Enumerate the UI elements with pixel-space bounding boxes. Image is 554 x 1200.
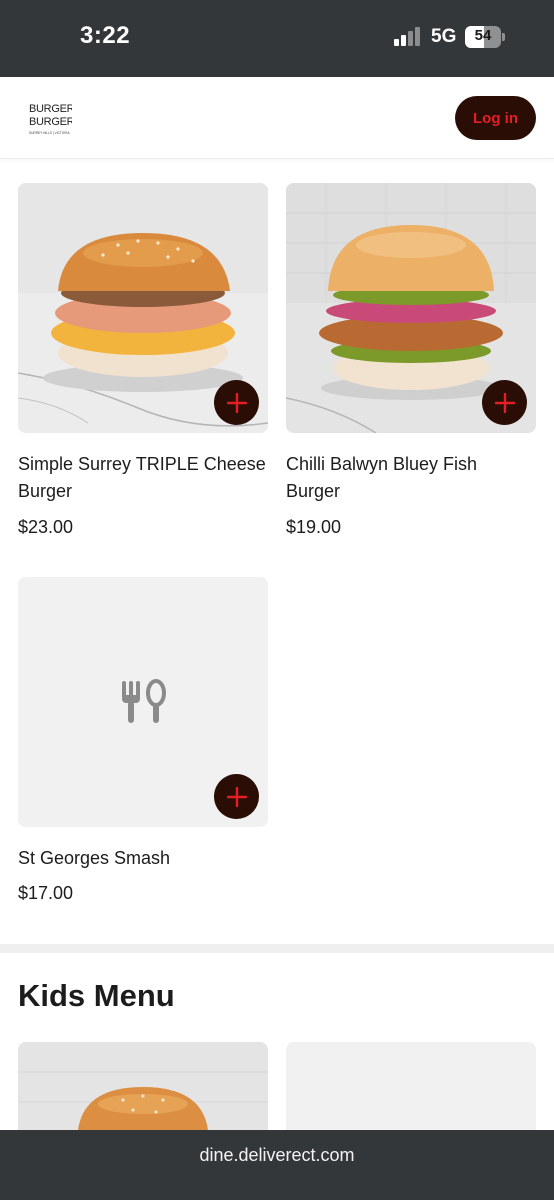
url-text[interactable]: dine.deliverect.com xyxy=(0,1145,554,1166)
image-placeholder[interactable] xyxy=(286,1042,536,1130)
section-title-kids-menu: Kids Menu xyxy=(18,978,175,1013)
plus-icon xyxy=(226,786,247,807)
site-header: BURGER BURGER SURREY HILLS | VICTORIA Lo… xyxy=(0,77,554,159)
section-divider xyxy=(0,944,554,953)
plus-icon xyxy=(494,392,515,413)
plus-icon xyxy=(226,392,247,413)
menu-item-price: $19.00 xyxy=(286,517,342,537)
login-button[interactable]: Log in xyxy=(455,96,536,140)
battery-tip xyxy=(502,33,505,41)
burger-burger-logo[interactable]: BURGER BURGER SURREY HILLS | VICTORIA xyxy=(28,99,72,137)
add-to-cart-button[interactable] xyxy=(214,774,259,819)
add-to-cart-button[interactable] xyxy=(482,380,527,425)
status-time: 3:22 xyxy=(80,22,131,49)
add-to-cart-button[interactable] xyxy=(214,380,259,425)
menu-item-price: $17.00 xyxy=(18,883,74,903)
menu-item-name: Simple Surrey TRIPLE Cheese Burger xyxy=(18,454,266,501)
menu-item-name: St Georges Smash xyxy=(18,848,171,868)
signal-strength-icon xyxy=(394,27,422,46)
kids-burger-photo[interactable] xyxy=(18,1042,268,1130)
menu-item-name: Chilli Balwyn Bluey Fish Burger xyxy=(286,454,478,501)
logo-line2: BURGER xyxy=(29,116,72,128)
logo-tagline: SURREY HILLS | VICTORIA xyxy=(29,131,70,135)
network-type: 5G xyxy=(431,26,457,47)
status-bar: 3:22 5G 54 xyxy=(0,0,554,77)
logo-line1: BURGER xyxy=(29,103,72,115)
battery-icon: 54 xyxy=(465,26,501,48)
menu-item-price: $23.00 xyxy=(18,517,74,537)
browser-url-bar[interactable]: dine.deliverect.com xyxy=(0,1130,554,1200)
battery-percent: 54 xyxy=(474,27,492,44)
